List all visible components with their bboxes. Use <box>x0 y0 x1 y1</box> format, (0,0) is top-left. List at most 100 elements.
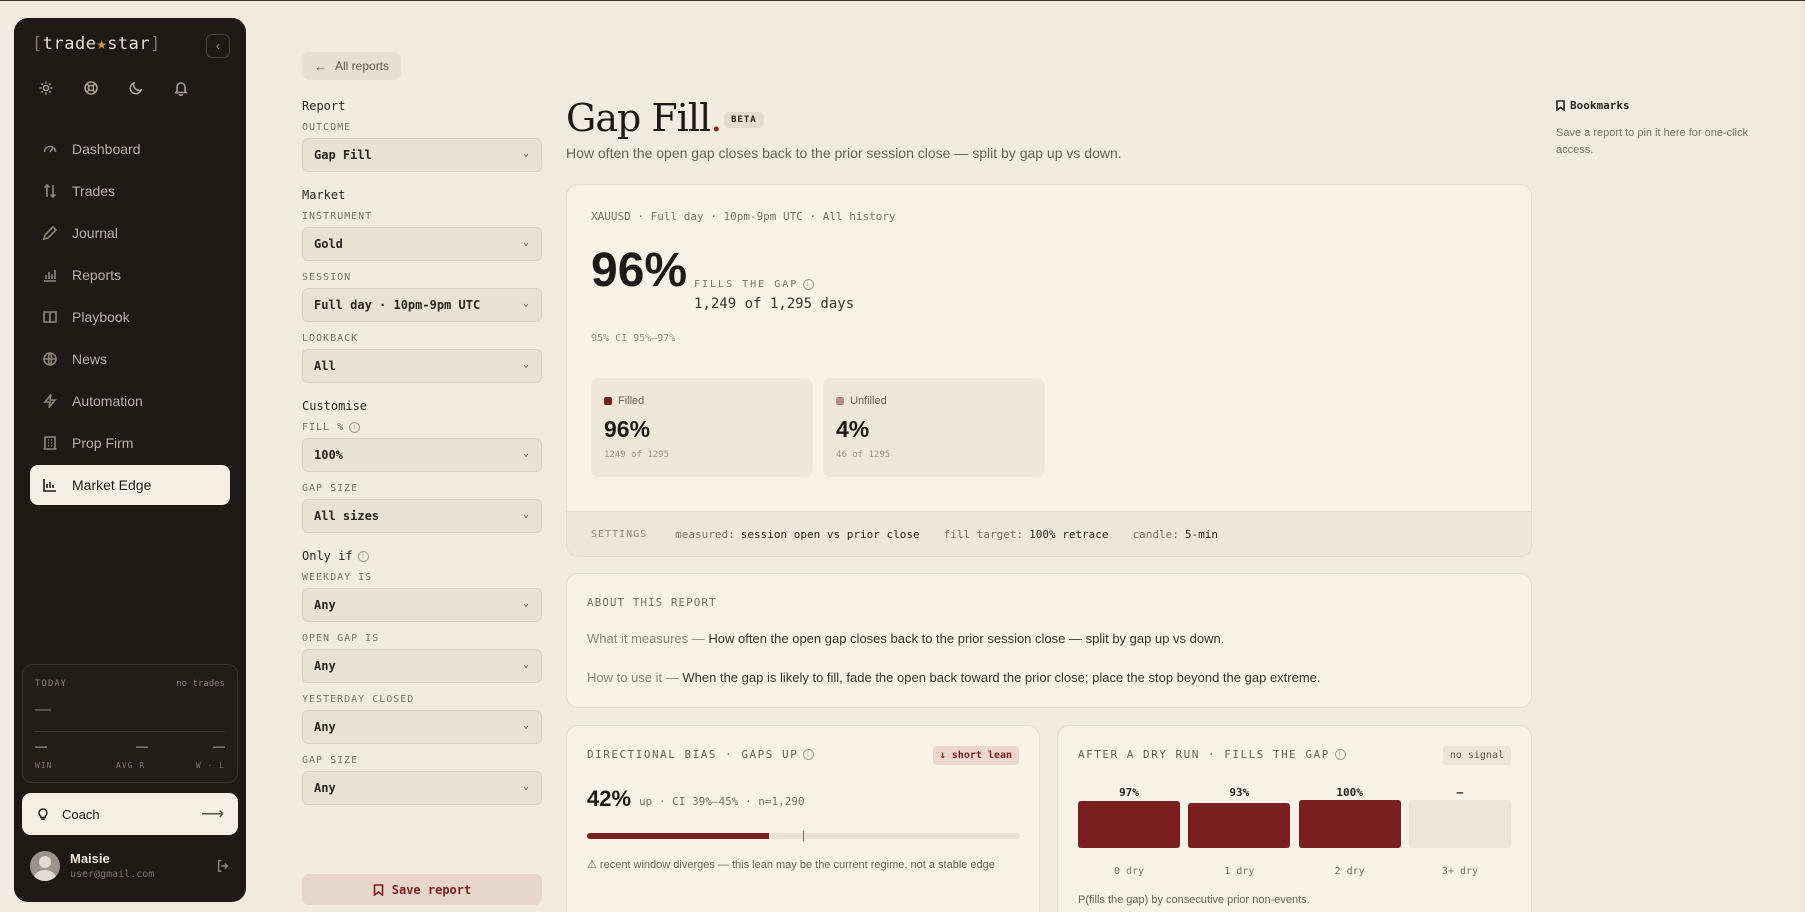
instrument-select[interactable]: Gold ⌄ <box>302 227 542 261</box>
gap-size-2-label: GAP SIZE <box>302 755 359 766</box>
arrows-updown-icon <box>43 183 57 199</box>
all-reports-label: All reports <box>335 59 390 73</box>
headline-card: XAUUSD · Full day · 10pm-9pm UTC · All h… <box>566 184 1532 557</box>
info-icon[interactable]: i <box>803 279 815 290</box>
what-it-measures: What it measures — How often the open ga… <box>587 631 1224 646</box>
weekday-label: WEEKDAY IS <box>302 572 373 583</box>
chevron-down-icon: ⌄ <box>522 359 529 370</box>
headline-count: 1,249 of 1,295 days <box>694 296 855 312</box>
about-heading: ABOUT THIS REPORT <box>587 596 717 609</box>
gear-icon[interactable] <box>34 80 79 96</box>
candle-key: candle: <box>1132 527 1179 541</box>
unfilled-label: Unfilled <box>836 395 887 407</box>
save-report-button[interactable]: Save report <box>302 874 542 905</box>
sidebar-item-label: Trades <box>72 183 116 199</box>
today-win-label: WIN <box>35 761 53 770</box>
chart-edge-icon <box>43 479 56 492</box>
avatar <box>30 851 60 881</box>
sidebar: [trade★star] ‹ Dashboard Trades Journal … <box>14 18 246 902</box>
midpoint-marker <box>803 831 804 841</box>
bookmarks-heading: Bookmarks <box>1556 99 1766 112</box>
outcome-value: Gap Fill <box>314 148 372 162</box>
bar-chart-icon <box>44 270 56 282</box>
bookmarks-title: Bookmarks <box>1570 99 1630 112</box>
bell-icon[interactable] <box>169 80 214 96</box>
today-label: TODAY <box>35 679 68 689</box>
info-icon[interactable]: i <box>803 749 815 760</box>
user-email: user@gmail.com <box>70 869 155 880</box>
today-win: — <box>35 739 47 753</box>
yesterday-closed-select[interactable]: Any ⌄ <box>302 710 542 744</box>
sidebar-item-market-edge[interactable]: Market Edge <box>30 465 230 505</box>
dry-run-bar <box>1188 803 1291 848</box>
sidebar-item-journal[interactable]: Journal <box>30 213 230 253</box>
open-gap-select[interactable]: Any ⌄ <box>302 649 542 683</box>
collapse-sidebar-button[interactable]: ‹ <box>206 34 230 58</box>
bookmark-icon <box>373 883 384 896</box>
page-scrollbar[interactable] <box>1801 1 1805 912</box>
sidebar-item-dashboard[interactable]: Dashboard <box>30 129 230 169</box>
session-select[interactable]: Full day · 10pm-9pm UTC ⌄ <box>302 288 542 322</box>
lookback-select[interactable]: All ⌄ <box>302 349 542 383</box>
chevron-down-icon: ⌄ <box>522 720 529 731</box>
sidebar-item-label: Market Edge <box>72 477 152 493</box>
yesterday-closed-value: Any <box>314 720 336 734</box>
unfilled-tile: Unfilled 4% 46 of 1295 <box>823 378 1045 477</box>
bookmark-icon <box>1556 100 1565 111</box>
today-summary: TODAY no trades — — — — WIN AVG R W · L <box>22 664 238 783</box>
lookback-label: LOOKBACK <box>302 333 359 344</box>
logout-icon[interactable] <box>216 859 230 878</box>
logo-bracket-close: ] <box>150 34 161 54</box>
filled-tile: Filled 96% 1249 of 1295 <box>591 378 813 477</box>
pen-icon <box>42 225 58 241</box>
user-profile[interactable]: Maisie user@gmail.com <box>30 851 230 887</box>
regime-warning: ⚠ recent window diverges — this lean may… <box>587 859 995 871</box>
gap-size-select[interactable]: All sizes ⌄ <box>302 499 542 533</box>
brand-logo[interactable]: [trade★star] <box>32 34 161 54</box>
lifebuoy-icon[interactable] <box>79 80 124 96</box>
outcome-select[interactable]: Gap Fill ⌄ <box>302 138 542 172</box>
dry-run-heading: AFTER A DRY RUN · FILLS THE GAP i <box>1078 748 1346 761</box>
candle-value: 5-min <box>1184 527 1219 541</box>
sidebar-item-label: News <box>72 351 108 367</box>
info-icon[interactable]: i <box>349 422 361 433</box>
session-value: Full day · 10pm-9pm UTC <box>314 298 481 312</box>
directional-heading: DIRECTIONAL BIAS · GAPS UP i <box>587 748 815 761</box>
dry-run-bar-group: –3+ dry <box>1408 786 1511 877</box>
dry-run-bar-group: 97% 0 dry <box>1078 786 1180 877</box>
all-reports-button[interactable]: ← All reports <box>302 52 402 80</box>
info-icon[interactable]: i <box>1334 749 1346 760</box>
moon-icon[interactable] <box>124 80 169 96</box>
headline-value: 96% <box>591 244 688 297</box>
divider <box>35 731 225 732</box>
sidebar-item-trades[interactable]: Trades <box>30 171 230 211</box>
sidebar-item-label: Journal <box>72 225 118 241</box>
chevron-down-icon: ⌄ <box>522 237 529 248</box>
headline-label-text: FILLS THE GAP <box>694 279 799 290</box>
sidebar-item-automation[interactable]: Automation <box>30 381 230 421</box>
title-text: Gap Fill <box>566 96 711 140</box>
sidebar-item-news[interactable]: News <box>30 339 230 379</box>
chevron-left-icon: ‹ <box>216 39 220 53</box>
sidebar-item-playbook[interactable]: Playbook <box>30 297 230 337</box>
dry-run-footnote: P(fills the gap) by consecutive prior no… <box>1078 894 1310 906</box>
sidebar-top-icons <box>34 80 214 96</box>
sidebar-item-reports[interactable]: Reports <box>30 255 230 295</box>
weekday-select[interactable]: Any ⌄ <box>302 588 542 622</box>
sidebar-item-prop-firm[interactable]: Prop Firm <box>30 423 230 463</box>
open-gap-label: OPEN GAP IS <box>302 633 380 644</box>
info-icon[interactable]: i <box>357 550 369 562</box>
dry-run-bar <box>1298 800 1401 848</box>
instrument-label: INSTRUMENT <box>302 211 373 222</box>
dry-run-category-label: 1 dry <box>1224 866 1255 877</box>
fill-select[interactable]: 100% ⌄ <box>302 438 542 472</box>
title-dot: . <box>710 96 722 140</box>
coach-button[interactable]: Coach ⟶ <box>22 793 238 835</box>
page-title: Gap Fill. <box>566 96 722 140</box>
gap-size-2-select[interactable]: Any ⌄ <box>302 771 542 805</box>
only-if-label: Only if <box>302 549 353 563</box>
unfilled-value: 4% <box>836 416 870 442</box>
dry-run-card: AFTER A DRY RUN · FILLS THE GAP i no sign… <box>1057 725 1532 912</box>
section-only-if: Only if i <box>302 549 542 563</box>
settings-bar: SETTINGS measured: session open vs prior … <box>567 511 1531 556</box>
